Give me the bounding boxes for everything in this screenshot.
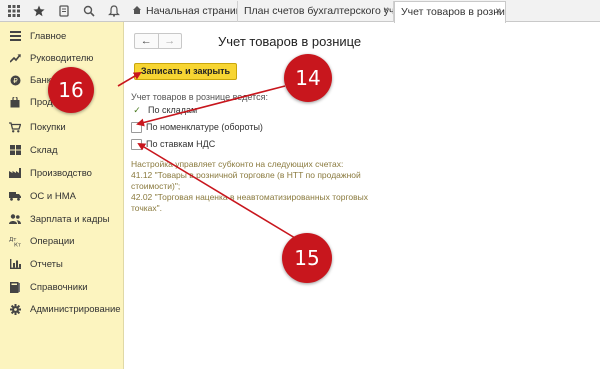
- star-icon[interactable]: [27, 0, 51, 22]
- search-icon[interactable]: [77, 0, 101, 22]
- cart-icon: [0, 121, 30, 133]
- tab-chart-of-accounts[interactable]: План счетов бухгалтерского учета ×: [238, 1, 394, 22]
- home-icon: [133, 6, 141, 14]
- sidebar-item-label: Отчеты: [30, 258, 63, 270]
- settings-caption: Учет товаров в рознице ведется:: [131, 92, 268, 102]
- menu-icon: [0, 31, 30, 41]
- callout-15: 15: [282, 233, 332, 283]
- sidebar-item-label: Зарплата и кадры: [30, 213, 110, 225]
- checkbox[interactable]: [131, 121, 142, 133]
- factory-icon: [0, 168, 30, 178]
- page-title: Учет товаров в рознице: [218, 34, 362, 49]
- option-by-nomenclature[interactable]: По номенклатуре (обороты): [131, 120, 263, 134]
- sidebar-item-label: Руководителю: [30, 52, 94, 64]
- settings-note-line: 42.02 "Торговая наценка в неавтоматизиро…: [131, 192, 369, 202]
- sidebar-item-purchases[interactable]: Покупки: [0, 116, 124, 138]
- close-icon[interactable]: ×: [495, 2, 501, 22]
- coin-icon: ₽: [0, 75, 30, 86]
- settings-note-line: Настройка управляет субконто на следующи…: [131, 159, 344, 169]
- settings-note-line: стоимости)";: [131, 181, 181, 191]
- history-icon[interactable]: [52, 0, 76, 22]
- warehouse-icon: [0, 145, 30, 155]
- bell-icon[interactable]: [102, 0, 126, 22]
- sidebar-item-label: Покупки: [30, 121, 66, 133]
- people-icon: [0, 214, 30, 224]
- tab-label: Начальная страница: [146, 5, 238, 17]
- tab-home[interactable]: Начальная страница: [128, 1, 238, 22]
- chart-icon: [0, 259, 30, 269]
- settings-note-line: точках".: [131, 203, 163, 213]
- callout-16: 16: [48, 67, 94, 113]
- sidebar-item-label: Главное: [30, 30, 67, 42]
- option-label: По складам: [148, 105, 198, 115]
- history-navigation: ← →: [134, 33, 182, 49]
- option-label: По номенклатуре (обороты): [146, 122, 263, 132]
- svg-text:₽: ₽: [13, 77, 18, 85]
- tab-label: План счетов бухгалтерского учета: [244, 5, 394, 17]
- sidebar-item-label: Справочники: [30, 281, 88, 293]
- sidebar-item-manager[interactable]: Руководителю: [0, 47, 124, 69]
- sidebar-item-catalogs[interactable]: Справочники: [0, 276, 124, 298]
- sidebar-item-reports[interactable]: Отчеты: [0, 253, 124, 275]
- tab-retail-accounting[interactable]: Учет товаров в рознице ×: [394, 1, 506, 23]
- sidebar-item-administration[interactable]: Администрирование: [0, 298, 124, 320]
- bag-icon: [0, 96, 30, 108]
- sidebar-item-payroll[interactable]: Зарплата и кадры: [0, 208, 124, 230]
- trend-icon: [0, 53, 30, 63]
- callout-14: 14: [284, 54, 332, 102]
- option-by-warehouses[interactable]: ✓ По складам: [131, 103, 197, 117]
- truck-icon: [0, 191, 30, 201]
- sidebar-item-production[interactable]: Производство: [0, 162, 124, 184]
- back-button[interactable]: ←: [135, 34, 158, 48]
- close-icon[interactable]: ×: [383, 1, 389, 21]
- sidebar-item-label: Операции: [30, 235, 75, 247]
- option-label: По ставкам НДС: [146, 139, 216, 149]
- sidebar-item-label: Производство: [30, 167, 92, 179]
- tab-label: Учет товаров в рознице: [401, 6, 506, 18]
- sidebar-item-operations[interactable]: Дт Кт Операции: [0, 230, 124, 252]
- sidebar-item-label: Администрирование: [30, 303, 121, 315]
- book-icon: [0, 281, 30, 293]
- settings-note-line: 41.12 "Товары в розничной торговле (в НТ…: [131, 170, 361, 180]
- sidebar-item-fixed-assets[interactable]: ОС и НМА: [0, 185, 124, 207]
- sidebar-item-label: ОС и НМА: [30, 190, 76, 202]
- operations-icon: Дт Кт: [0, 236, 30, 247]
- svg-text:Кт: Кт: [14, 242, 21, 247]
- option-by-vat-rates[interactable]: По ставкам НДС: [131, 137, 215, 151]
- sidebar-item-label: Склад: [30, 144, 58, 156]
- checkmark-icon: ✓: [133, 104, 141, 115]
- save-and-close-button[interactable]: Записать и закрыть: [134, 63, 237, 80]
- checkbox[interactable]: [131, 138, 142, 150]
- top-toolbar: Начальная страница План счетов бухгалтер…: [0, 0, 600, 23]
- gear-icon: [0, 303, 30, 315]
- apps-grid-icon[interactable]: [2, 0, 26, 22]
- sidebar-item-main[interactable]: Главное: [0, 25, 124, 47]
- sidebar-item-warehouse[interactable]: Склад: [0, 139, 124, 161]
- forward-button[interactable]: →: [157, 34, 182, 48]
